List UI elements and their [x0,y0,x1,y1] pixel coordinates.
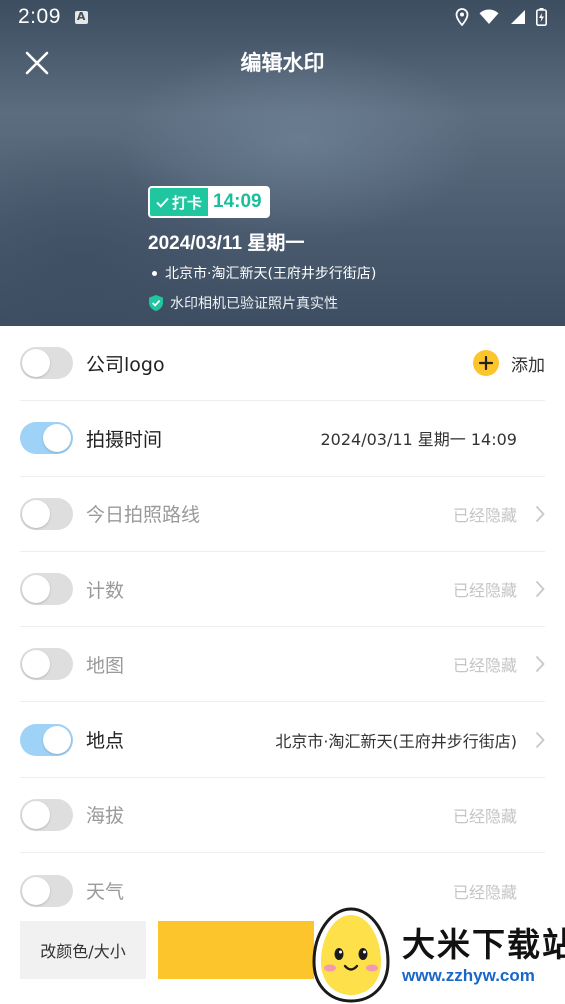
setting-label: 公司logo [86,353,165,376]
setting-label: 地图 [86,654,125,677]
site-watermark-logo: 大米下载站 www.zzhyw.com [306,906,565,1004]
site-logo-name: 大米下载站 [402,925,565,964]
toggle-knob [22,499,50,528]
checkin-time: 14:09 [213,191,262,212]
shield-check-icon [149,295,163,311]
rice-mascot-icon [312,907,390,1003]
watermark-location: 北京市·淘汇新天(王府井步行街店) [148,263,376,283]
signal-icon [511,10,525,24]
toggle-knob [43,424,71,453]
chevron-right-icon [523,731,545,749]
bullet-dot-icon [152,270,157,276]
setting-row-location[interactable]: 地点 北京市·淘汇新天(王府井步行街店) [20,702,545,778]
setting-row-map[interactable]: 地图 已经隐藏 [20,627,545,703]
toggle-knob [22,800,50,829]
setting-value: 已经隐藏 [452,656,517,676]
setting-row-today-route[interactable]: 今日拍照路线 已经隐藏 [20,477,545,552]
setting-label: 今日拍照路线 [86,504,201,527]
watermark-preview: 2:09 编辑水印 打卡 14:09 2024/03/11 星期一 北京市·淘汇… [0,0,565,326]
add-logo-label: 添加 [511,355,545,376]
chevron-right-icon [523,655,545,673]
setting-value: 2024/03/11 星期一 14:09 [320,430,517,450]
watermark-verify: 水印相机已验证照片真实性 [148,293,376,313]
change-color-size-button[interactable]: 改颜色/大小 [20,921,146,979]
toggle-count[interactable] [20,573,73,606]
setting-value-wrap: 已经隐藏 [453,879,545,903]
setting-value-wrap: 2024/03/11 星期一 14:09 [320,426,545,450]
site-logo-url: www.zzhyw.com [402,966,535,985]
setting-label: 天气 [86,881,125,904]
setting-value: 已经隐藏 [452,882,517,902]
setting-value: 已经隐藏 [452,581,517,601]
setting-row-altitude[interactable]: 海拔 已经隐藏 [20,778,545,854]
toggle-knob [22,650,50,679]
setting-row-capture-time[interactable]: 拍摄时间 2024/03/11 星期一 14:09 [20,401,545,477]
toggle-capture-time[interactable] [20,422,73,455]
chevron-right-icon [523,580,545,598]
toggle-altitude[interactable] [20,798,73,831]
checkin-badge: 打卡 14:09 [148,186,270,218]
watermark-card: 打卡 14:09 2024/03/11 星期一 北京市·淘汇新天(王府井步行街店… [148,186,376,313]
setting-value: 已经隐藏 [452,806,517,826]
toggle-today-route[interactable] [20,497,73,530]
toggle-location[interactable] [20,723,73,756]
toggle-map[interactable] [20,648,73,681]
check-icon [156,197,169,208]
title-bar: 编辑水印 [0,34,565,90]
setting-label: 拍摄时间 [86,428,163,451]
setting-row-company-logo: 公司logo 添加 [20,326,545,402]
notification-a-icon [74,10,88,24]
watermark-settings-list: 公司logo 添加 拍摄时间 2024/03/11 星期一 14:09 今日拍照… [20,326,545,928]
setting-value-wrap: 已经隐藏 [453,652,545,676]
toggle-knob [22,575,50,604]
close-button[interactable] [20,46,54,80]
add-logo-button[interactable]: 添加 [473,350,545,377]
bottom-bar: 改颜色/大小 大米下载站 www.zzhyw.com [0,907,565,1004]
toggle-knob [22,876,50,905]
battery-icon [536,8,547,26]
setting-value: 北京市·淘汇新天(王府井步行街店) [275,731,517,751]
location-icon [455,8,469,26]
watermark-date: 2024/03/11 星期一 [148,233,305,254]
setting-label: 计数 [86,579,125,602]
setting-value-wrap: 已经隐藏 [453,502,545,526]
plus-icon [473,350,499,377]
setting-value-wrap: 北京市·淘汇新天(王府井步行街店) [275,728,545,752]
chevron-right-icon [523,505,545,523]
toggle-weather[interactable] [20,874,73,907]
watermark-location-text: 北京市·淘汇新天(王府井步行街店) [165,266,377,282]
setting-label: 地点 [86,730,125,753]
setting-label: 海拔 [86,805,125,828]
close-icon [25,51,49,75]
toggle-knob [22,349,50,378]
page-title: 编辑水印 [240,51,325,75]
checkin-tag-label: 打卡 [172,193,203,212]
setting-value-wrap: 已经隐藏 [453,577,545,601]
confirm-button[interactable] [158,921,314,979]
setting-value-wrap: 已经隐藏 [453,803,545,827]
status-time: 2:09 [18,5,61,28]
toggle-company-logo[interactable] [20,347,73,380]
status-bar: 2:09 [0,0,565,34]
setting-row-count[interactable]: 计数 已经隐藏 [20,552,545,628]
toggle-knob [43,725,71,754]
checkin-tag: 打卡 [150,188,209,216]
setting-value: 已经隐藏 [452,505,517,525]
wifi-icon [479,9,499,24]
watermark-verify-text: 水印相机已验证照片真实性 [170,296,338,312]
